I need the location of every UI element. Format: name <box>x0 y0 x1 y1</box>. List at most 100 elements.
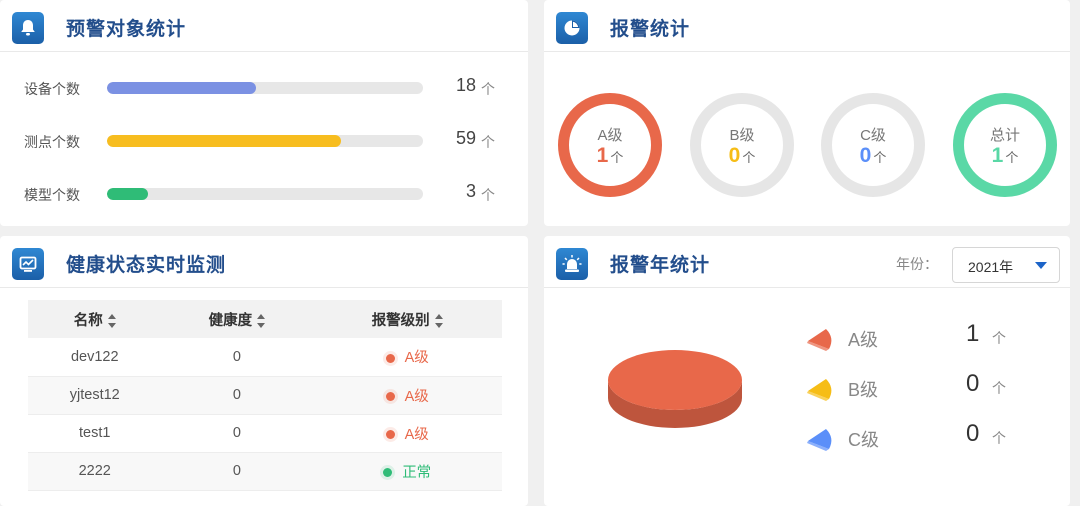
table-row[interactable]: yjtest12 0 A级 <box>28 376 502 415</box>
ring-number: 0 <box>728 144 741 167</box>
panel-title: 报警年统计 <box>610 255 711 276</box>
stat-unit: 个 <box>481 187 495 203</box>
progress-fill <box>107 135 341 147</box>
cell-health: 0 <box>161 414 313 453</box>
alarm-ring: A级 1 个 <box>558 93 662 197</box>
level-text: 正常 <box>402 464 432 481</box>
warning-objects-panel: 预警对象统计 设备个数 18 个测点个数 59 个模型个数 3 个 <box>0 0 528 226</box>
health-table: 名称 健康度 报警级别 dev122 0 A级 yjtest12 0 A级 test1 0 A级… <box>28 300 502 491</box>
legend-value: 0 <box>966 420 980 447</box>
stat-unit: 个 <box>481 134 495 150</box>
cell-level: A级 <box>312 376 502 415</box>
legend-marker-icon <box>807 429 832 451</box>
column-header-name[interactable]: 名称 <box>28 300 162 338</box>
stat-value: 59 <box>455 128 476 148</box>
sort-icon[interactable] <box>257 313 266 328</box>
legend-label: B级 <box>848 380 879 400</box>
cell-name: yjtest12 <box>28 376 162 415</box>
cell-health: 0 <box>161 376 313 415</box>
ring-label: B级 <box>729 127 755 144</box>
ring-number: 0 <box>859 144 872 167</box>
ring-number: 1 <box>991 144 1004 167</box>
cell-level: A级 <box>312 338 502 377</box>
legend-unit: 个 <box>992 380 1006 396</box>
stat-value: 18 <box>455 75 476 95</box>
legend-marker-icon <box>807 329 832 351</box>
legend-unit: 个 <box>992 430 1006 446</box>
stat-row: 模型个数 3 个 <box>0 179 528 209</box>
year-label: 年份： <box>896 256 938 272</box>
sort-icon[interactable] <box>107 313 116 328</box>
stat-unit: 个 <box>481 81 495 97</box>
pie-slice-A级[interactable] <box>608 350 742 410</box>
level-text: A级 <box>404 388 429 405</box>
stat-row: 测点个数 59 个 <box>0 126 528 156</box>
monitor-icon <box>12 248 44 280</box>
cell-name: 2222 <box>28 452 162 491</box>
level-text: A级 <box>404 426 429 443</box>
status-dot <box>383 468 393 478</box>
alarm-ring: 总计 1 个 <box>953 93 1057 197</box>
alarm-ring: B级 0 个 <box>690 93 794 197</box>
year-select[interactable]: 2021年 <box>952 247 1060 283</box>
cell-name: test1 <box>28 414 162 453</box>
status-dot <box>385 353 395 363</box>
legend-item[interactable]: B级 0 个 <box>806 370 1046 406</box>
panel-header: 健康状态实时监测 <box>0 236 528 288</box>
panel-header: 预警对象统计 <box>0 0 528 52</box>
level-text: A级 <box>404 350 429 367</box>
cell-health: 0 <box>161 452 313 491</box>
legend-label: C级 <box>848 430 879 450</box>
progress-bar <box>107 135 423 147</box>
progress-bar <box>107 82 423 94</box>
table-row[interactable]: 2222 0 正常 <box>28 452 502 491</box>
bell-icon <box>12 12 44 44</box>
ring-label: A级 <box>597 127 623 144</box>
ring-value: 0个 <box>832 144 914 168</box>
panel-header: 报警年统计 年份： 2021年 <box>544 236 1070 288</box>
stat-label: 设备个数 <box>24 81 80 97</box>
sort-icon[interactable] <box>434 313 443 328</box>
legend-unit: 个 <box>992 330 1006 346</box>
column-header-level[interactable]: 报警级别 <box>312 300 502 338</box>
legend-item[interactable]: A级 1 个 <box>806 320 1046 356</box>
legend-marker-icon <box>807 379 832 401</box>
legend-value: 1 <box>966 320 980 347</box>
ring-value: 1个 <box>964 144 1046 168</box>
ring-value: 1个 <box>569 144 651 168</box>
panel-title: 报警统计 <box>610 19 691 40</box>
progress-fill <box>107 82 256 94</box>
cell-level: A级 <box>312 414 502 453</box>
column-header-health[interactable]: 健康度 <box>161 300 313 338</box>
progress-bar <box>107 188 423 200</box>
caret-down-icon[interactable] <box>1035 262 1047 269</box>
stat-label: 测点个数 <box>24 134 80 150</box>
status-dot <box>385 430 395 440</box>
ring-unit: 个 <box>1005 150 1019 165</box>
ring-unit: 个 <box>873 150 887 165</box>
legend-label: A级 <box>848 330 879 350</box>
panel-title: 预警对象统计 <box>66 19 187 40</box>
table-row[interactable]: test1 0 A级 <box>28 414 502 453</box>
panel-title: 健康状态实时监测 <box>66 255 227 276</box>
cell-level: 正常 <box>312 452 502 491</box>
legend-value: 0 <box>966 370 980 397</box>
stat-value: 3 <box>465 181 476 201</box>
alarm-stats-panel: 报警统计 A级 1 个 B级 0 个 C级 0 个总计 1 个 <box>544 0 1070 226</box>
yearly-pie-chart <box>608 350 742 428</box>
year-select-value: 2021年 <box>968 259 1014 275</box>
ring-unit: 个 <box>742 150 756 165</box>
cell-health: 0 <box>161 338 313 377</box>
alarm-ring: C级 0 个 <box>821 93 925 197</box>
table-row[interactable]: dev122 0 A级 <box>28 338 502 377</box>
table-header-row: 名称 健康度 报警级别 <box>28 300 502 338</box>
cell-name: dev122 <box>28 338 162 377</box>
progress-fill <box>107 188 149 200</box>
stat-row: 设备个数 18 个 <box>0 73 528 103</box>
legend-item[interactable]: C级 0 个 <box>806 420 1046 456</box>
status-dot <box>385 392 395 402</box>
pie-chart-icon <box>556 12 588 44</box>
ring-label: 总计 <box>989 127 1020 144</box>
panel-header: 报警统计 <box>544 0 1070 52</box>
ring-unit: 个 <box>610 150 624 165</box>
